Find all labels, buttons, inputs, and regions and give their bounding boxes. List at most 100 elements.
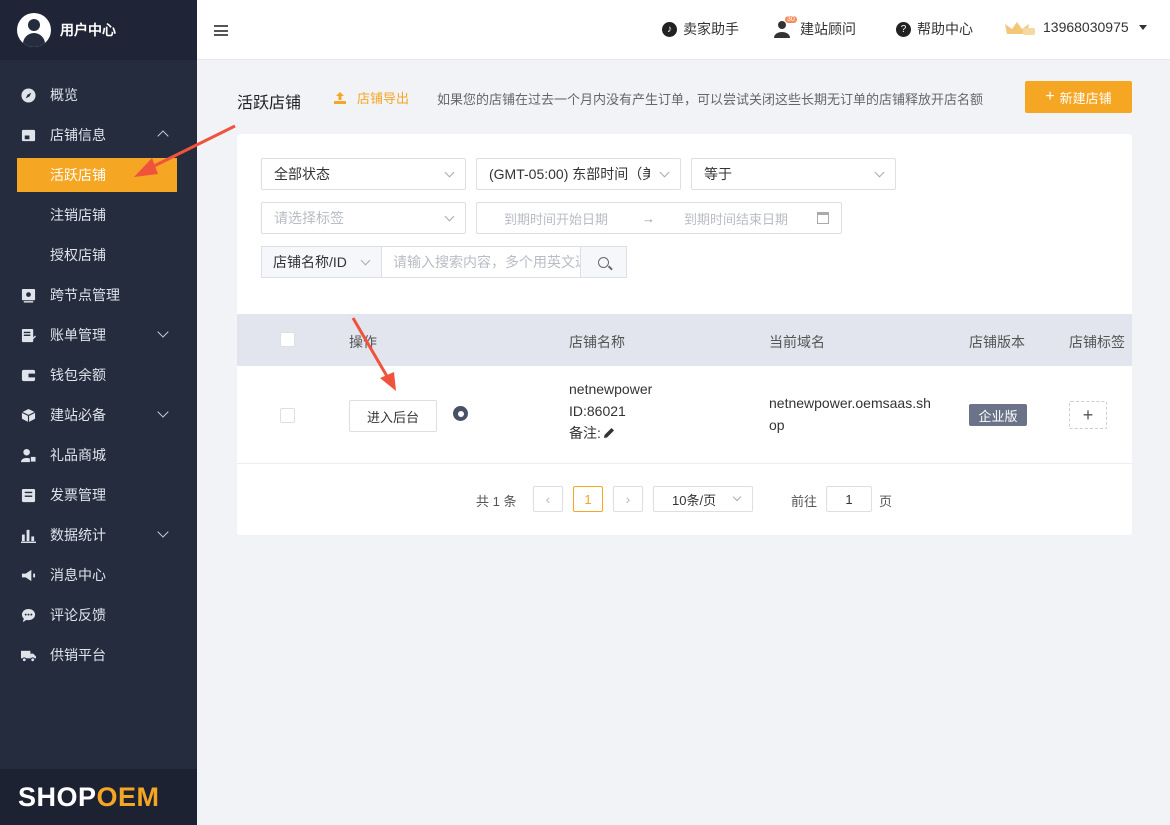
node-icon <box>20 287 36 303</box>
sidebar-item-cross-node[interactable]: 跨节点管理 <box>0 275 197 315</box>
compass-icon <box>20 87 36 103</box>
sidebar-item-label: 钱包余额 <box>50 367 106 383</box>
search-group: 店铺名称/ID <box>261 246 627 278</box>
version-badge: 企业版 <box>969 404 1027 426</box>
sidebar-item-store-info[interactable]: 店铺信息 <box>0 115 197 155</box>
megaphone-icon <box>20 567 36 583</box>
upload-icon <box>333 91 347 105</box>
timezone-select[interactable]: (GMT-05:00) 东部时间（美国和加拿大） <box>476 158 681 190</box>
sidebar-item-wallet[interactable]: 钱包余额 <box>0 355 197 395</box>
pagination: 共 1 条 ‹ 1 › 10条/页 前往 页 <box>237 484 1132 514</box>
pencil-icon[interactable] <box>603 427 615 439</box>
cube-icon <box>20 407 36 423</box>
status-select[interactable]: 全部状态 <box>261 158 466 190</box>
operator-select[interactable]: 等于 <box>691 158 896 190</box>
help-center-link[interactable]: ? 帮助中心 <box>896 19 973 39</box>
sidebar-subitem-closed-stores[interactable]: 注销店铺 <box>0 195 197 235</box>
search-button[interactable] <box>581 246 627 278</box>
sidebar-item-site-essentials[interactable]: 建站必备 <box>0 395 197 435</box>
chevron-down-icon <box>157 326 169 338</box>
chevron-down-icon <box>157 406 169 418</box>
sidebar-subitem-active-stores[interactable]: 活跃店铺 <box>17 158 177 192</box>
sidebar-item-invoices[interactable]: 发票管理 <box>0 475 197 515</box>
sidebar-item-supply-platform[interactable]: 供销平台 <box>0 635 197 675</box>
chevron-down-icon <box>732 492 742 502</box>
chevron-down-icon <box>659 167 670 178</box>
sidebar-item-label: 建站必备 <box>50 407 106 423</box>
caret-down-icon <box>1138 24 1147 30</box>
top-bar: ♪ 卖家助手 30 建站顾问 ? 帮助中心 13968030975 <box>197 0 1170 60</box>
gift-user-icon <box>20 447 36 463</box>
sidebar-item-gift-mall[interactable]: 礼品商城 <box>0 435 197 475</box>
seller-assistant-link[interactable]: ♪ 卖家助手 <box>662 19 739 39</box>
arrow-right-icon: → <box>642 210 655 226</box>
sidebar-item-statistics[interactable]: 数据统计 <box>0 515 197 555</box>
prev-page-button[interactable]: ‹ <box>533 486 563 512</box>
search-icon <box>598 256 609 268</box>
sidebar-item-label: 账单管理 <box>50 327 106 343</box>
user-center-title: 用户中心 <box>60 22 116 38</box>
goto-page-input[interactable] <box>826 486 872 512</box>
add-tag-button[interactable]: + <box>1069 401 1107 429</box>
user-center-header[interactable]: 用户中心 <box>0 0 197 60</box>
crown-icon <box>1003 20 1037 35</box>
sidebar: 用户中心 概览 店铺信息 活跃店铺 注销店铺 授权店铺 跨节点管理 账单管理 钱… <box>0 0 197 825</box>
store-name: netnewpower <box>569 381 653 397</box>
advisor-icon: 30 <box>774 16 797 38</box>
chevron-down-icon <box>444 167 455 178</box>
menu-toggle-icon[interactable] <box>214 25 228 36</box>
page-unit-label: 页 <box>879 494 893 509</box>
comment-icon <box>20 607 36 623</box>
date-start-placeholder: 到期时间开始日期 <box>504 211 609 227</box>
sidebar-item-label: 消息中心 <box>50 567 106 583</box>
sidebar-item-label: 概览 <box>50 87 78 103</box>
account-phone: 13968030975 <box>1043 19 1129 35</box>
enter-backend-button[interactable]: 进入后台 <box>349 400 437 432</box>
avatar-icon <box>17 13 51 47</box>
sidebar-item-label: 发票管理 <box>50 487 106 503</box>
sidebar-item-messages[interactable]: 消息中心 <box>0 555 197 595</box>
store-note[interactable]: 备注: <box>569 422 652 444</box>
expiry-date-range[interactable]: 到期时间开始日期 → 到期时间结束日期 <box>476 202 842 234</box>
goto-label: 前往 <box>791 494 818 509</box>
select-all-checkbox[interactable] <box>280 332 295 347</box>
inactive-store-hint: 如果您的店铺在过去一个月内没有产生订单，可以尝试关闭这些长期无订单的店铺释放开店… <box>437 92 984 107</box>
tag-select[interactable]: 请选择标签 <box>261 202 466 234</box>
store-export-button[interactable]: 店铺导出 <box>333 88 409 107</box>
domain-cell: netnewpower.oemsaas.sh op <box>769 395 931 433</box>
new-store-button[interactable]: + 新建店铺 <box>1025 81 1132 113</box>
help-icon: ? <box>896 21 911 37</box>
sidebar-subitem-authorized-stores[interactable]: 授权店铺 <box>0 235 197 275</box>
sidebar-item-label: 评论反馈 <box>50 607 106 623</box>
page-number-button[interactable]: 1 <box>573 486 603 512</box>
store-name-cell: netnewpower ID:86021 备注: <box>569 378 652 444</box>
sidebar-item-label: 礼品商城 <box>50 447 106 463</box>
date-end-placeholder: 到期时间结束日期 <box>684 211 789 227</box>
header-tags: 店铺标签 <box>1069 334 1125 350</box>
table-row: 进入后台 netnewpower ID:86021 备注: netnewpowe… <box>237 366 1132 464</box>
sidebar-item-bills[interactable]: 账单管理 <box>0 315 197 355</box>
search-field-select[interactable]: 店铺名称/ID <box>261 246 381 278</box>
store-list-card: 全部状态 (GMT-05:00) 东部时间（美国和加拿大） 等于 请选择标签 到… <box>237 134 1132 535</box>
sidebar-item-label: 跨节点管理 <box>50 287 120 303</box>
site-advisor-link[interactable]: 30 建站顾问 <box>774 16 856 39</box>
advisor-badge: 30 <box>785 16 797 23</box>
page-title: 活跃店铺 <box>237 95 302 112</box>
sidebar-item-label: 数据统计 <box>50 527 106 543</box>
sidebar-item-overview[interactable]: 概览 <box>0 75 197 115</box>
next-page-button[interactable]: › <box>613 486 643 512</box>
chevron-down-icon <box>874 167 885 178</box>
pagination-total: 共 1 条 <box>476 494 517 509</box>
store-icon <box>20 127 36 143</box>
truck-icon <box>20 647 36 663</box>
brand-logo: SHOP OEM <box>0 769 197 825</box>
row-checkbox[interactable] <box>280 408 295 423</box>
calendar-icon <box>817 212 829 224</box>
search-input[interactable] <box>381 246 581 278</box>
page-size-select[interactable]: 10条/页 <box>653 486 753 512</box>
account-menu[interactable]: 13968030975 <box>1003 19 1147 35</box>
chevron-down-icon <box>444 211 455 222</box>
sidebar-item-label: 店铺信息 <box>50 127 106 143</box>
sidebar-item-feedback[interactable]: 评论反馈 <box>0 595 197 635</box>
gear-icon[interactable] <box>453 406 468 421</box>
